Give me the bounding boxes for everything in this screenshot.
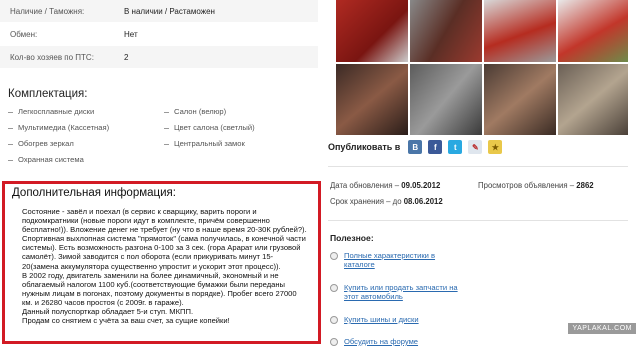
publish-row: Опубликовать в В f t ✎ ★ bbox=[328, 140, 503, 154]
tire-icon bbox=[330, 316, 338, 324]
equipment-item: Салон (велюр) bbox=[164, 107, 226, 116]
spec-row-exchange: Обмен: Нет bbox=[0, 23, 318, 46]
livejournal-icon[interactable]: ✎ bbox=[468, 140, 483, 154]
spec-key: Кол-во хозяев по ПТС: bbox=[10, 52, 94, 62]
updated-date: Дата обновления – 09.05.2012 bbox=[330, 181, 440, 190]
info-line: системы). Есть возможность разгона 0-100… bbox=[22, 243, 301, 253]
info-line: самолёт). Зимой заводится с пол оборота … bbox=[22, 252, 274, 262]
additional-info-text: Состояние - завёл и поехал (в сервис к с… bbox=[22, 207, 317, 325]
expiry-label: Срок хранения – до bbox=[330, 197, 402, 206]
info-line: В 2002 году, двигатель заменили на более… bbox=[22, 270, 279, 280]
useful-item-parts[interactable]: Купить или продать запчасти на этот авто… bbox=[330, 283, 458, 301]
info-line: облагаемый налогом 1100 куб.(соответству… bbox=[22, 279, 286, 289]
car-photo[interactable] bbox=[484, 0, 556, 62]
info-line: подкомкратники (новые пороги идут в комп… bbox=[22, 216, 270, 226]
equipment-item: Центральный замок bbox=[164, 139, 245, 148]
useful-link[interactable]: Купить шины и диски bbox=[344, 315, 419, 324]
facebook-icon[interactable]: f bbox=[428, 140, 443, 154]
car-photo[interactable] bbox=[410, 0, 482, 62]
info-icon bbox=[330, 252, 338, 260]
additional-info-title: Дополнительная информация: bbox=[12, 187, 176, 199]
bookmark-icon[interactable]: ★ bbox=[488, 140, 503, 154]
additional-info-box: Дополнительная информация: Состояние - з… bbox=[2, 181, 321, 344]
info-line: 20(замена аккумулятора существенно упрос… bbox=[22, 261, 281, 271]
info-line: Спортивная выхлопная система "прямоток" … bbox=[22, 234, 306, 244]
updated-label: Дата обновления – bbox=[330, 181, 400, 190]
spec-row-availability: Наличие / Таможня: В наличии / Растаможе… bbox=[0, 0, 318, 23]
useful-item-catalog[interactable]: Полные характеристики в каталоге bbox=[330, 251, 435, 269]
spec-key: Наличие / Таможня: bbox=[10, 6, 85, 16]
watermark: YAPLAKAL.COM bbox=[568, 323, 636, 334]
useful-item-forum[interactable]: Обсудить на форуме bbox=[330, 337, 418, 346]
spec-value: Нет bbox=[124, 29, 138, 39]
photo-gallery bbox=[336, 0, 628, 135]
info-line: Продам со снятием с учёта за ваш счет, з… bbox=[22, 316, 230, 326]
twitter-icon[interactable]: t bbox=[448, 140, 463, 154]
car-photo[interactable] bbox=[558, 64, 628, 135]
info-line: нужным лицам в погонах, поэтому документ… bbox=[22, 288, 297, 298]
useful-link-line: этот автомобиль bbox=[344, 292, 403, 301]
forum-icon bbox=[330, 338, 338, 346]
spec-table: Наличие / Таможня: В наличии / Растаможе… bbox=[0, 0, 318, 69]
useful-link-line: каталоге bbox=[344, 260, 375, 269]
useful-link[interactable]: Обсудить на форуме bbox=[344, 337, 418, 346]
info-line: бесплатно!)). Вложение денег не требует … bbox=[22, 225, 307, 235]
useful-link[interactable]: Полные характеристики в каталоге bbox=[344, 251, 435, 269]
equipment-title: Комплектация: bbox=[8, 88, 88, 100]
parts-icon bbox=[330, 284, 338, 292]
spec-value: 2 bbox=[124, 52, 129, 62]
info-line: Данный полуспорткар обладает 5-и ступ. М… bbox=[22, 307, 194, 317]
views-count: Просмотров объявления – 2862 bbox=[478, 181, 594, 190]
useful-item-tires[interactable]: Купить шины и диски bbox=[330, 315, 419, 324]
car-photo[interactable] bbox=[558, 0, 628, 62]
publish-label: Опубликовать в bbox=[328, 142, 401, 152]
info-line: км. и 26280 часов простоя (с 2009г. в га… bbox=[22, 297, 184, 307]
useful-link-line: Купить или продать запчасти на bbox=[344, 283, 458, 292]
info-line: Состояние - завёл и поехал (в сервис к с… bbox=[22, 207, 257, 216]
useful-link-line: Полные характеристики в bbox=[344, 251, 436, 260]
equipment-item: Цвет салона (светлый) bbox=[164, 123, 255, 132]
views-label: Просмотров объявления – bbox=[478, 181, 575, 190]
spec-value: В наличии / Растаможен bbox=[124, 6, 215, 16]
views-value: 2862 bbox=[576, 181, 594, 190]
car-photo[interactable] bbox=[410, 64, 482, 135]
vk-icon[interactable]: В bbox=[408, 140, 423, 154]
spec-row-owners: Кол-во хозяев по ПТС: 2 bbox=[0, 46, 318, 69]
divider bbox=[328, 220, 628, 221]
car-photo[interactable] bbox=[336, 0, 408, 62]
car-photo[interactable] bbox=[484, 64, 556, 135]
divider bbox=[328, 166, 628, 167]
equipment-item: Легкосплавные диски bbox=[8, 107, 94, 116]
spec-key: Обмен: bbox=[10, 29, 38, 39]
equipment-item: Охранная система bbox=[8, 155, 84, 164]
car-photo[interactable] bbox=[336, 64, 408, 135]
updated-value: 09.05.2012 bbox=[401, 181, 441, 190]
expiry-value: 08.06.2012 bbox=[403, 197, 443, 206]
equipment-item: Мультимедиа (Кассетная) bbox=[8, 123, 109, 132]
useful-title: Полезное: bbox=[330, 233, 374, 243]
expiry-date: Срок хранения – до 08.06.2012 bbox=[330, 197, 443, 206]
useful-link[interactable]: Купить или продать запчасти на этот авто… bbox=[344, 283, 458, 301]
equipment-item: Обогрев зеркал bbox=[8, 139, 74, 148]
